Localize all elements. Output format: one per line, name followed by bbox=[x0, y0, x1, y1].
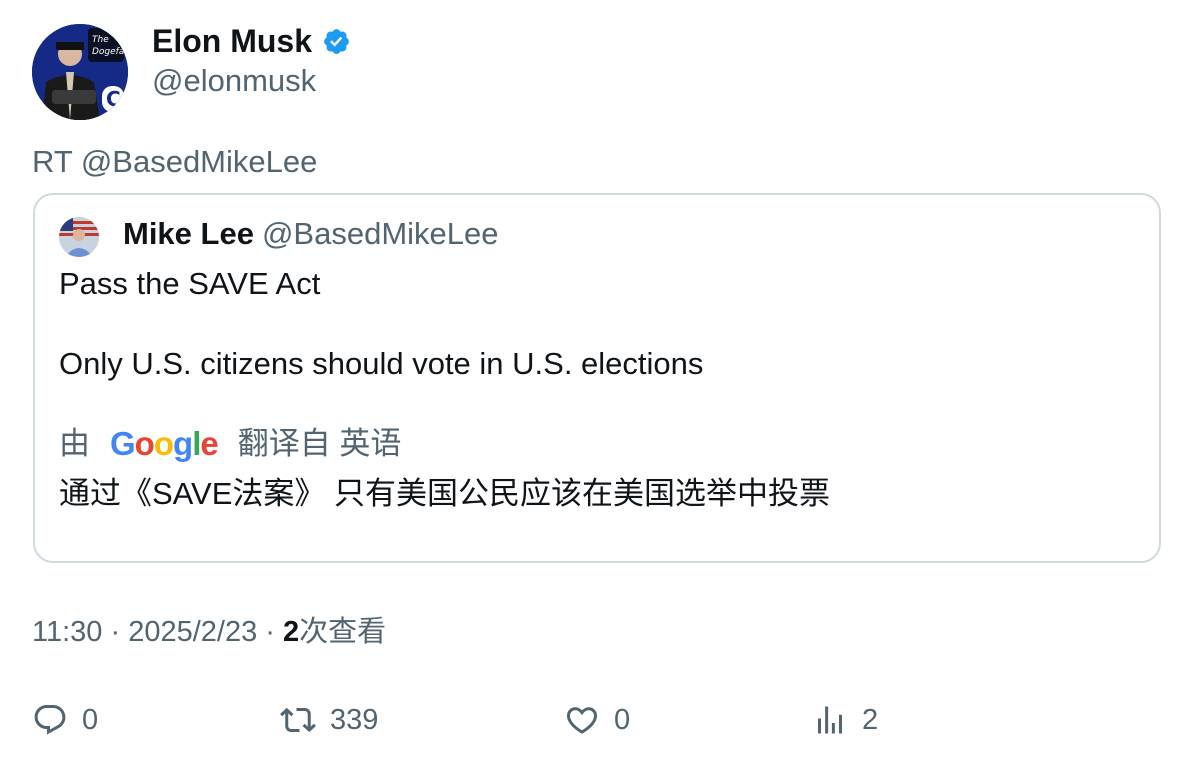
verified-badge-icon bbox=[324, 28, 349, 54]
translation-suffix: 翻译自 英语 bbox=[237, 426, 402, 461]
svg-text:C: C bbox=[106, 87, 121, 111]
svg-text:The: The bbox=[92, 35, 109, 45]
heart-icon bbox=[566, 707, 598, 734]
google-logo: Google bbox=[110, 425, 219, 462]
quoted-author-row: Mike Lee @BasedMikeLee bbox=[123, 215, 499, 253]
retweet-count: 339 bbox=[330, 703, 379, 736]
quoted-text-line-1: Pass the SAVE Act bbox=[59, 266, 321, 301]
reply-icon bbox=[34, 705, 66, 735]
tweet-meta: 11:30 · 2025/2/23 · 2次查看 bbox=[32, 613, 386, 651]
quoted-author-avatar[interactable] bbox=[59, 217, 99, 257]
quoted-text-line-2: Only U.S. citizens should vote in U.S. e… bbox=[59, 346, 704, 381]
meta-separator: · bbox=[265, 616, 275, 648]
translation-attribution: 由 Google 翻译自 英语 bbox=[59, 425, 401, 463]
quoted-author-handle[interactable]: @BasedMikeLee bbox=[262, 216, 499, 251]
like-count: 0 bbox=[614, 703, 631, 736]
translation-prefix: 由 bbox=[59, 426, 90, 461]
author-name-text[interactable]: Elon Musk bbox=[152, 22, 312, 60]
reply-button[interactable]: 0 bbox=[32, 700, 98, 740]
retweet-text: RT @BasedMikeLee bbox=[32, 144, 318, 179]
views-button[interactable]: 2 bbox=[812, 700, 878, 740]
author-name[interactable]: Elon Musk bbox=[152, 22, 351, 60]
meta-separator: · bbox=[110, 616, 121, 648]
retweet-button[interactable]: 339 bbox=[280, 700, 378, 740]
quoted-author-name[interactable]: Mike Lee bbox=[123, 216, 254, 251]
like-button[interactable]: 0 bbox=[564, 700, 630, 740]
retweet-icon bbox=[280, 707, 316, 733]
profile-photo-icon: The Dogefa C bbox=[32, 24, 128, 120]
analytics-bar-icon bbox=[818, 706, 842, 734]
translated-text: 通过《SAVE法案》 只有美国公民应该在美国选举中投票 bbox=[59, 476, 831, 511]
views-label: 次查看 bbox=[299, 616, 387, 648]
author-avatar[interactable]: The Dogefa C bbox=[32, 24, 128, 120]
views-action-count: 2 bbox=[862, 703, 879, 736]
author-handle[interactable]: @elonmusk bbox=[152, 62, 316, 100]
tweet-date[interactable]: 2025/2/23 bbox=[128, 616, 257, 648]
views-count: 2 bbox=[283, 616, 300, 648]
reply-count: 0 bbox=[82, 703, 99, 736]
quoted-tweet-card[interactable]: Mike Lee @BasedMikeLee Pass the SAVE Act … bbox=[33, 193, 1161, 563]
quoted-profile-photo-icon bbox=[59, 217, 99, 257]
svg-text:Dogefa: Dogefa bbox=[92, 47, 124, 57]
tweet-time[interactable]: 11:30 bbox=[32, 616, 102, 648]
